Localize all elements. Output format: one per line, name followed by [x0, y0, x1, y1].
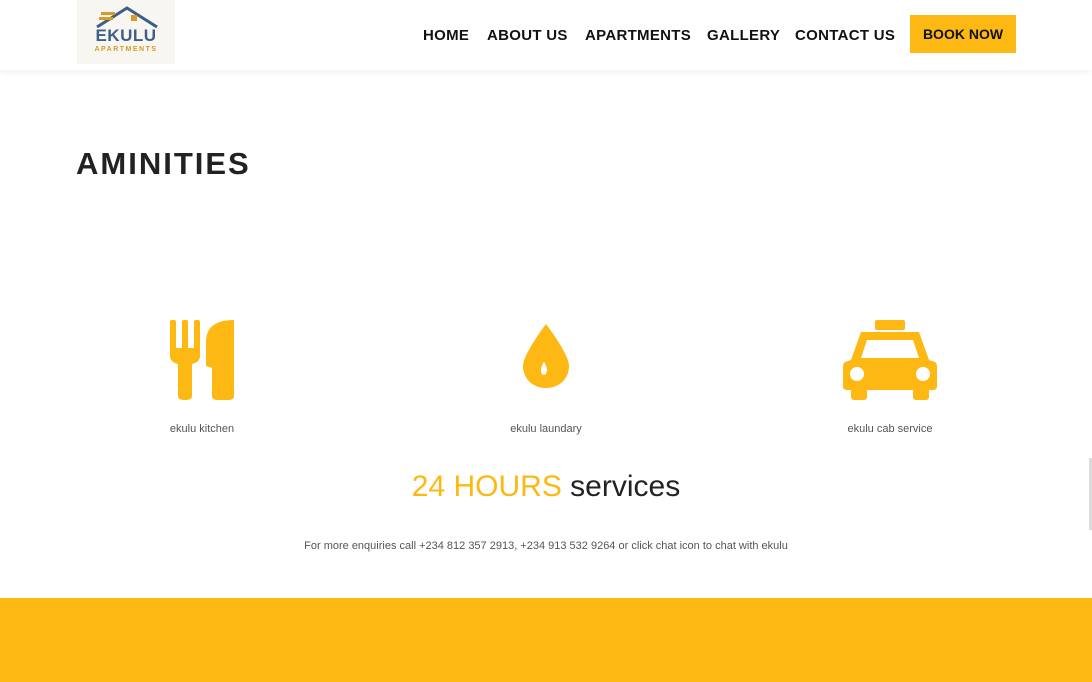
- amenity-label-laundry: ekulu laundary: [510, 423, 582, 435]
- water-drop-icon: [523, 324, 569, 388]
- amenity-label-cab: ekulu cab service: [847, 423, 933, 435]
- services-heading: 24 HOURS services: [0, 470, 1092, 504]
- amenity-label-kitchen: ekulu kitchen: [169, 423, 235, 435]
- nav-gallery[interactable]: GALLERY: [707, 27, 780, 45]
- enquiry-text: For more enquiries call +234 812 357 291…: [304, 540, 788, 552]
- nav-home[interactable]: HOME: [423, 27, 469, 45]
- section-title: AMINITIES: [76, 146, 251, 181]
- fork-knife-icon: [170, 320, 234, 400]
- services-rest: services: [570, 470, 681, 503]
- house-roof-icon: [96, 6, 158, 28]
- footer-band: [0, 598, 1092, 682]
- book-now-button[interactable]: BOOK NOW: [910, 15, 1016, 53]
- nav-about-us[interactable]: ABOUT US: [487, 27, 568, 45]
- brand-logo[interactable]: EKULU APARTMENTS: [77, 0, 175, 64]
- brand-name: EKULU: [95, 26, 157, 45]
- taxi-icon: [843, 320, 937, 400]
- nav-apartments[interactable]: APARTMENTS: [585, 27, 691, 45]
- site-header: EKULU APARTMENTS HOME ABOUT US APARTMENT…: [0, 0, 1092, 70]
- brand-tagline: APARTMENTS: [94, 46, 158, 53]
- services-highlight: 24 HOURS: [411, 470, 562, 503]
- nav-contact-us[interactable]: CONTACT US: [795, 27, 895, 45]
